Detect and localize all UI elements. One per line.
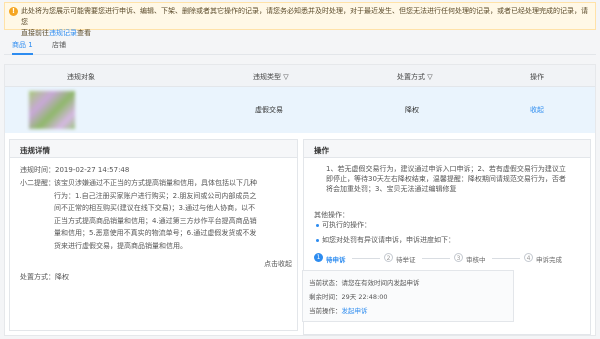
filter-icon[interactable]: ▽ xyxy=(427,73,432,81)
tab-bar: 商品 1 店铺 xyxy=(4,37,596,55)
violation-record-link[interactable]: 违规记录 xyxy=(49,29,77,37)
tip-line: 量和信用；5.恶意使用不真实的物流单号；6.通过虚假发货或不发 xyxy=(54,229,257,238)
step-label-2: 待举证 xyxy=(396,256,416,264)
current-action: 当前操作：发起申诉 xyxy=(309,305,368,315)
step-circle-3: 3 xyxy=(454,253,463,262)
notice-prefix: 直接前往 xyxy=(21,29,49,37)
header-type[interactable]: 违规类型 ▽ xyxy=(253,72,289,82)
advice-line: 将会加重处罚；3、宝贝无法通过编辑修复 xyxy=(326,185,457,193)
detail-title: 违规详情 xyxy=(10,140,297,158)
tip-line: 间不正常的相互购买(建议在线下交易)；3.通过与他人协商，以不 xyxy=(54,204,256,213)
tab-goods[interactable]: 商品 1 xyxy=(12,40,33,55)
collapse-link[interactable]: 收起 xyxy=(530,105,544,115)
remaining-time: 剩余时间：29天 22:48:00 xyxy=(309,291,388,301)
header-type-label: 违规类型 xyxy=(253,73,281,81)
tip-line: 正当方式提高商品销量和信用；4.通过第三方炒作平台提高商品销 xyxy=(54,216,257,225)
detail-panel: 违规详情 违规时间：2019-02-27 14:57:48 小二提醒： 该宝贝涉… xyxy=(9,139,298,331)
row-type: 虚假交易 xyxy=(255,106,283,114)
warning-icon: ! xyxy=(9,7,18,16)
time-value: 2019-02-27 14:57:48 xyxy=(55,166,130,174)
tip-line: 货来进行虚假交易，提高商品销量和信用。 xyxy=(54,241,187,250)
notice-suffix: 查看 xyxy=(77,29,91,37)
time-label: 违规时间： xyxy=(20,166,55,174)
step-circle-4: 4 xyxy=(524,253,533,262)
step-connector xyxy=(352,258,380,259)
status-value: 请您在有效时间内发起申诉 xyxy=(341,279,420,287)
other-ops-label: 其他操作： xyxy=(314,211,349,219)
current-status: 当前状态：请您在有效时间内发起申诉 xyxy=(309,277,420,287)
step-circle-1: 1 xyxy=(314,253,323,262)
notice-line-1: 此处将为您展示可能需要您进行申诉、编辑、下架、删除或者其它操作的记录，请您务必知… xyxy=(21,7,588,26)
start-appeal-link[interactable]: 发起申诉 xyxy=(342,307,368,315)
notice-banner: ! 此处将为您展示可能需要您进行申诉、编辑、下架、删除或者其它操作的记录，请您务… xyxy=(4,2,596,37)
tip-line: 该宝贝涉嫌通过不正当的方式提高销量和信用，具体包括以下几种 xyxy=(54,179,257,187)
filter-icon[interactable]: ▽ xyxy=(283,73,288,81)
tab-shop[interactable]: 店铺 xyxy=(52,40,66,55)
handle-method: 处置方式：降权 xyxy=(20,271,69,284)
bullet-icon xyxy=(316,238,319,242)
handle-value: 降权 xyxy=(55,273,69,281)
header-action: 操作 xyxy=(530,73,544,81)
step-label-4: 申诉完成 xyxy=(536,256,562,264)
product-thumbnail[interactable] xyxy=(29,91,75,129)
appeal-status-box: 当前状态：请您在有效时间内发起申诉 剩余时间：29天 22:48:00 当前操作… xyxy=(302,270,514,322)
violation-time: 违规时间：2019-02-27 14:57:48 xyxy=(20,164,129,177)
table-row: 虚假交易 降权 收起 xyxy=(5,87,595,133)
action-label: 当前操作： xyxy=(309,307,342,315)
status-label: 当前状态： xyxy=(309,279,342,287)
advice-line: 即停止，等待30天左右降权结束，温馨提醒：降权期间请规范交易行为，否者 xyxy=(326,175,566,183)
step-label-1: 待申诉 xyxy=(326,256,346,264)
handle-label: 处置方式： xyxy=(20,273,55,281)
step-connector xyxy=(492,258,520,259)
header-object: 违规对象 xyxy=(67,73,95,81)
header-handle-label: 处置方式 xyxy=(397,73,425,81)
remaining-label: 剩余时间： xyxy=(309,293,342,301)
step-label-3: 审核中 xyxy=(466,256,486,264)
bullet-icon xyxy=(316,223,319,227)
remaining-value: 29天 22:48:00 xyxy=(341,293,388,301)
table-header: 违规对象 违规类型 ▽ 处置方式 ▽ 操作 xyxy=(5,65,595,87)
tip-text: 该宝贝涉嫌通过不正当的方式提高销量和信用，具体包括以下几种 行为：1.自己注册买… xyxy=(54,177,290,253)
step-connector xyxy=(422,258,450,259)
executable-ops: 可执行的操作： xyxy=(316,220,371,230)
step-circle-2: 2 xyxy=(384,253,393,262)
collapse-detail-link[interactable]: 点击收起 xyxy=(264,258,292,271)
appeal-text: 如您对处罚有异议请申诉，申诉进度如下： xyxy=(322,236,455,244)
tip-label: 小二提醒： xyxy=(20,179,55,187)
executable-ops-label: 可执行的操作： xyxy=(322,221,371,229)
operation-title: 操作 xyxy=(304,140,590,158)
tip-line: 行为：1.自己注册买家账户进行购买；2.朋友间或公司内部成员之 xyxy=(54,191,257,200)
header-handle[interactable]: 处置方式 ▽ xyxy=(397,72,433,82)
operation-advice: 1、若无虚假交易行为，建议通过申诉入口申诉；2、若有虚假交易行为建议立 即停止，… xyxy=(326,164,588,194)
appeal-line: 如您对处罚有异议请申诉，申诉进度如下： xyxy=(316,235,455,245)
row-handle: 降权 xyxy=(405,106,419,114)
advice-line: 1、若无虚假交易行为，建议通过申诉入口申诉；2、若有虚假交易行为建议立 xyxy=(326,165,566,173)
